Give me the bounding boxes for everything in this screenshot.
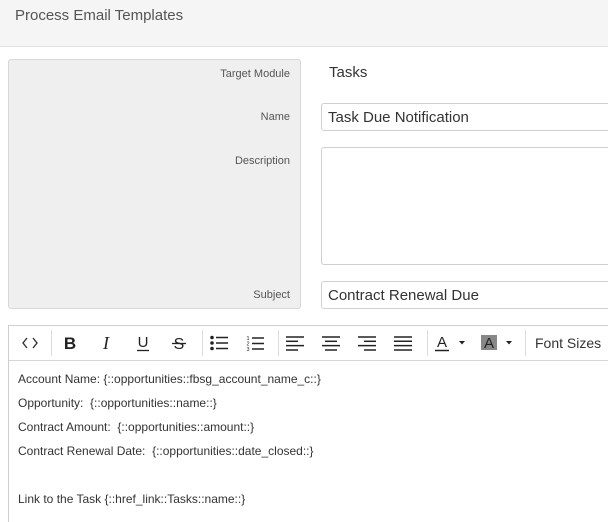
page-title: Process Email Templates	[15, 7, 184, 24]
underline-button[interactable]: U	[128, 326, 158, 360]
svg-text:A: A	[484, 335, 494, 352]
align-right-button[interactable]	[352, 326, 382, 360]
italic-button[interactable]: I	[91, 326, 121, 360]
name-field[interactable]	[321, 103, 608, 131]
page-header: Process Email Templates	[0, 0, 608, 47]
body-line	[18, 468, 321, 492]
svg-text:3: 3	[246, 347, 249, 352]
target-module-value: Tasks	[329, 64, 368, 81]
align-left-button[interactable]	[280, 326, 310, 360]
svg-text:I: I	[102, 335, 110, 351]
svg-text:U: U	[138, 334, 149, 351]
field-labels-panel: Target Module Name Description Subject	[8, 59, 301, 309]
bullet-list-icon	[210, 335, 228, 351]
strikethrough-icon: S	[172, 336, 186, 352]
body-line: Contract Renewal Date: {::opportunities:…	[18, 444, 314, 458]
subject-label: Subject	[253, 289, 290, 301]
toolbar-separator	[51, 330, 52, 356]
text-color-icon: A	[435, 334, 465, 352]
toolbar-separator	[202, 330, 203, 356]
email-body-editor[interactable]: B I U S 1 2 3 A A Font Sizes Account Nam…	[8, 325, 608, 522]
align-justify-button[interactable]	[388, 326, 418, 360]
background-color-button[interactable]: A	[480, 326, 516, 360]
align-left-icon	[286, 335, 304, 351]
body-line: Opportunity: {::opportunities::name::}	[18, 396, 217, 410]
bold-icon: B	[64, 335, 76, 351]
background-color-icon: A	[481, 335, 512, 352]
editor-toolbar: B I U S 1 2 3 A A Font Sizes	[9, 326, 608, 361]
bullet-list-button[interactable]	[204, 326, 234, 360]
align-justify-icon	[394, 335, 412, 351]
subject-field[interactable]	[321, 281, 608, 309]
toolbar-separator	[525, 330, 526, 356]
code-view-icon	[22, 337, 38, 349]
target-module-label: Target Module	[220, 68, 290, 80]
email-body-content[interactable]: Account Name: {::opportunities::fbsg_acc…	[18, 372, 321, 516]
toolbar-separator	[427, 330, 428, 356]
text-color-button[interactable]: A	[433, 326, 469, 360]
italic-icon: I	[102, 335, 110, 351]
svg-text:A: A	[437, 334, 447, 351]
strikethrough-button[interactable]: S	[164, 326, 194, 360]
align-center-button[interactable]	[316, 326, 346, 360]
description-label: Description	[234, 155, 290, 167]
svg-text:B: B	[64, 335, 76, 351]
numbered-list-icon: 1 2 3	[246, 336, 264, 352]
body-line: Account Name: {::opportunities::fbsg_acc…	[18, 372, 321, 386]
code-view-button[interactable]	[15, 326, 45, 360]
numbered-list-button[interactable]: 1 2 3	[240, 326, 270, 360]
body-line: Link to the Task {::href_link::Tasks::na…	[18, 492, 246, 506]
align-center-icon	[322, 335, 340, 351]
name-label: Name	[260, 111, 290, 123]
toolbar-separator	[278, 330, 279, 356]
font-sizes-dropdown[interactable]: Font Sizes	[535, 335, 601, 351]
description-field[interactable]	[321, 147, 608, 265]
align-right-icon	[358, 335, 376, 351]
body-line: Contract Amount: {::opportunities::amoun…	[18, 420, 255, 434]
underline-icon: U	[137, 334, 149, 352]
bold-button[interactable]: B	[55, 326, 85, 360]
